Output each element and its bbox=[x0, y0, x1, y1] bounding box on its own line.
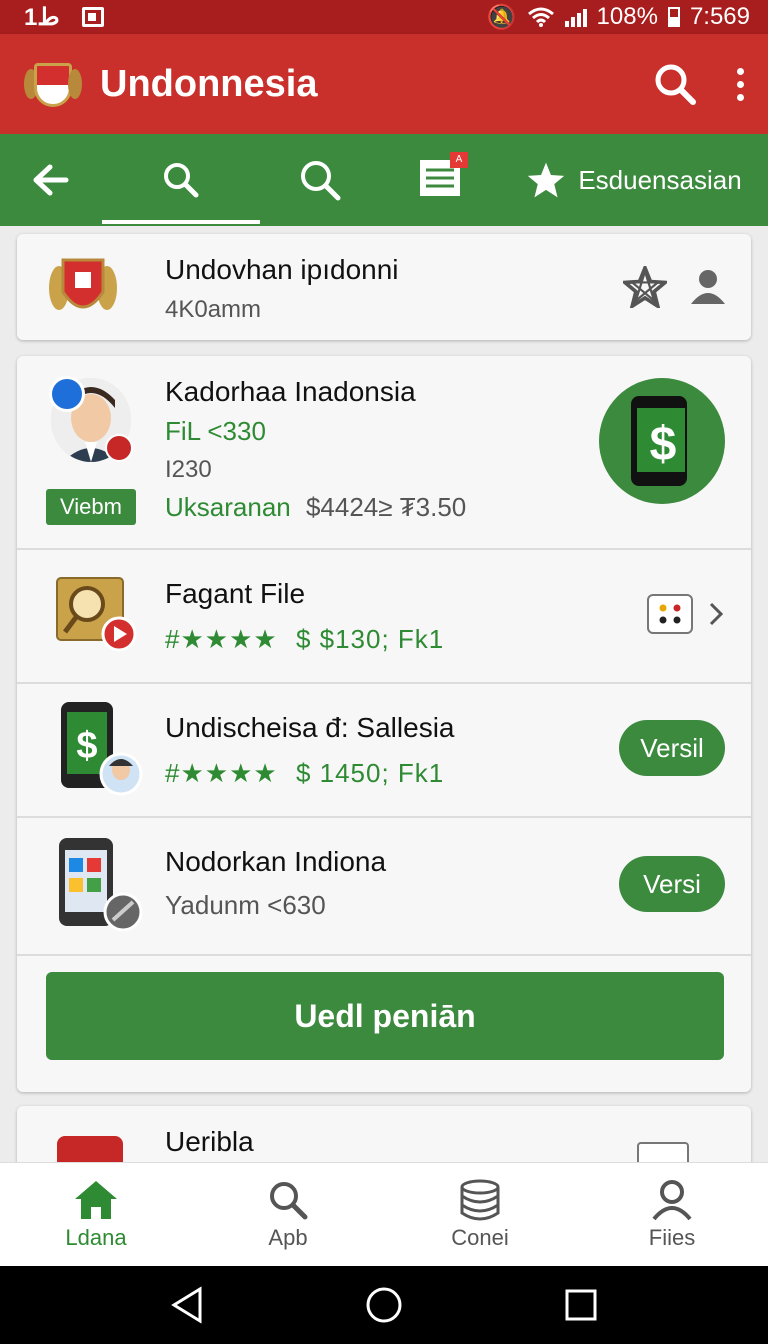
featured-line1: FiL <330 bbox=[165, 416, 266, 446]
phone-apps-icon bbox=[55, 836, 147, 934]
version-button[interactable]: Versi bbox=[619, 856, 725, 912]
database-icon bbox=[460, 1179, 500, 1220]
list-item-title: Undischeisa đ: Sallesia bbox=[165, 712, 455, 743]
main-action-button[interactable]: Uedl peniān bbox=[46, 972, 724, 1060]
tab-favorites[interactable]: Esduensasian bbox=[500, 134, 768, 226]
header-card-subtitle: 4K0amm bbox=[165, 296, 262, 323]
nav-home[interactable]: Ldana bbox=[0, 1163, 192, 1266]
list-item-subtitle: Yadunm <630 bbox=[165, 890, 326, 920]
list-item-featured[interactable]: Viebm Kadorhaa Inadonsia FiL <330 I230 U… bbox=[17, 356, 751, 550]
tab-search[interactable] bbox=[260, 134, 380, 226]
list-item[interactable]: $ Undischeisa đ: Sallesia #★★★★ $ 1450; … bbox=[17, 684, 751, 818]
more-options-icon[interactable] bbox=[737, 67, 744, 101]
nav-apps[interactable]: Apb bbox=[192, 1163, 384, 1266]
nav-files[interactable]: Fiies bbox=[576, 1163, 768, 1266]
status-left-text: 1ط bbox=[24, 3, 60, 31]
featured-line3-label: Uksaranan bbox=[165, 492, 291, 522]
red-badge-icon bbox=[105, 434, 133, 462]
star-outline-icon[interactable] bbox=[623, 266, 667, 308]
bottom-nav: Ldana Apb Conei Fiies bbox=[0, 1162, 768, 1266]
person-icon[interactable] bbox=[689, 268, 727, 306]
app-title: Undonnesia bbox=[100, 62, 318, 105]
signal-icon bbox=[564, 7, 587, 27]
featured-line2: I230 bbox=[165, 456, 212, 483]
back-arrow-icon bbox=[33, 164, 69, 196]
home-circle-icon[interactable] bbox=[365, 1286, 403, 1324]
emblem-icon bbox=[47, 252, 119, 324]
partial-card-title: Ueribla bbox=[165, 1126, 254, 1157]
nav-home-label: Ldana bbox=[65, 1224, 127, 1250]
cash-app-icon[interactable]: $ bbox=[599, 378, 725, 504]
featured-title: Kadorhaa Inadonsia bbox=[165, 376, 416, 407]
notification-badge: A bbox=[450, 151, 468, 168]
system-nav-bar bbox=[0, 1266, 768, 1344]
view-badge-button[interactable]: Viebm bbox=[46, 489, 136, 525]
list-item-title: Fagant File bbox=[165, 578, 306, 609]
search-icon bbox=[270, 1181, 308, 1219]
search-icon[interactable] bbox=[653, 62, 697, 106]
cash-phone-icon: $ bbox=[55, 700, 145, 796]
nav-coins-label: Conei bbox=[451, 1224, 509, 1250]
list-item-title: Nodorkan Indiona bbox=[165, 846, 387, 877]
nav-coins[interactable]: Conei bbox=[384, 1163, 576, 1266]
tab-documents[interactable]: A bbox=[380, 134, 500, 226]
list-item[interactable]: Nodorkan Indiona Yadunm <630 Versi bbox=[17, 818, 751, 956]
home-badge-icon bbox=[49, 376, 85, 412]
battery-icon bbox=[667, 7, 680, 27]
svg-text:$: $ bbox=[650, 418, 677, 471]
search-icon bbox=[301, 161, 341, 201]
battery-percent: 108% bbox=[596, 3, 658, 30]
main-list-card: Viebm Kadorhaa Inadonsia FiL <330 I230 U… bbox=[17, 356, 751, 1092]
dice-icon[interactable] bbox=[647, 594, 693, 634]
notification-icon bbox=[81, 7, 104, 27]
nav-apps-label: Apb bbox=[268, 1224, 308, 1250]
list-item-price: $ $130; Fk1 bbox=[295, 624, 445, 654]
search-icon bbox=[164, 163, 199, 198]
nav-files-label: Fiies bbox=[648, 1224, 696, 1250]
rating-stars: #★★★★ bbox=[165, 758, 278, 788]
chevron-right-icon[interactable] bbox=[707, 602, 725, 626]
mute-icon: 🔕 bbox=[486, 3, 517, 31]
rating-stars: #★★★★ bbox=[165, 624, 278, 654]
app-logo-icon bbox=[24, 55, 82, 113]
version-button[interactable]: Versil bbox=[619, 720, 725, 776]
app-bar: Undonnesia bbox=[0, 34, 768, 134]
list-item-price: $ 1450; Fk1 bbox=[295, 758, 445, 788]
status-time: 7:569 bbox=[689, 3, 750, 30]
wifi-icon bbox=[527, 7, 554, 27]
header-card[interactable]: Undovhan ipıdonni 4K0amm bbox=[17, 234, 751, 340]
svg-text:$: $ bbox=[76, 725, 97, 767]
folder-search-icon bbox=[55, 572, 139, 652]
list-item[interactable]: Fagant File #★★★★ $ $130; Fk1 bbox=[17, 550, 751, 684]
tab-favorites-label: Esduensasian bbox=[578, 164, 742, 195]
tab-back[interactable] bbox=[0, 134, 102, 226]
star-icon bbox=[528, 162, 565, 198]
status-bar: 1ط 🔕 108% 7:569 bbox=[0, 0, 768, 34]
header-card-title: Undovhan ipıdonni bbox=[165, 254, 399, 285]
recents-square-icon[interactable] bbox=[564, 1288, 598, 1322]
tab-search-active[interactable] bbox=[102, 134, 260, 226]
tab-bar: A Esduensasian bbox=[0, 134, 768, 226]
home-icon bbox=[75, 1180, 117, 1219]
back-triangle-icon[interactable] bbox=[170, 1286, 204, 1324]
person-icon bbox=[652, 1179, 692, 1220]
featured-line3-value: $4424≥ ₮3.50 bbox=[305, 492, 467, 522]
